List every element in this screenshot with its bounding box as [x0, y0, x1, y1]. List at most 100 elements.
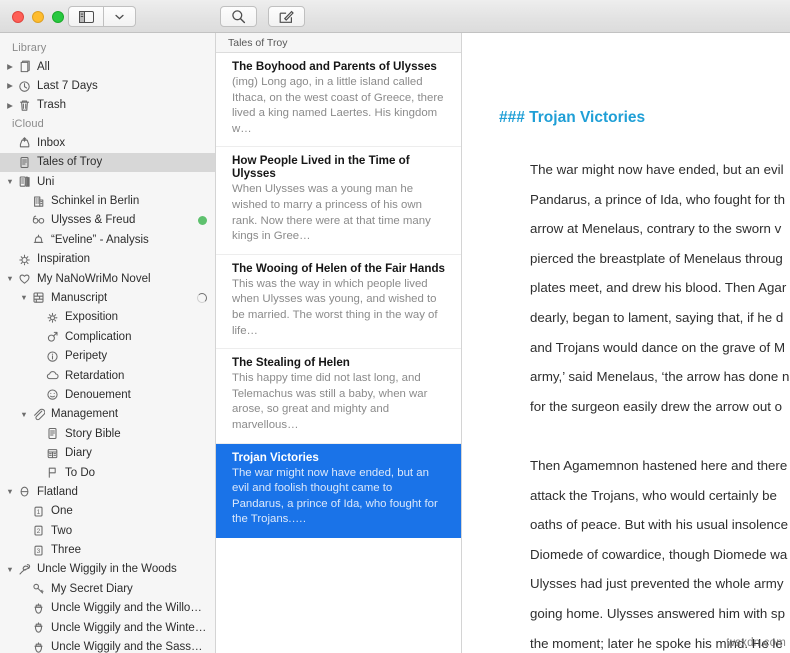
- editor-line: Ulysses had just prevented the whole arm…: [530, 576, 784, 592]
- list-item[interactable]: The Wooing of Helen of the Fair Hands Thi…: [216, 255, 461, 350]
- editor-pane[interactable]: ### Trojan Victories The war might now h…: [462, 33, 790, 653]
- minimize-button[interactable]: [32, 11, 44, 23]
- sidebar-item-last-7-days[interactable]: ▶ Last 7 Days: [0, 76, 215, 95]
- twisty-collapsed-icon[interactable]: ▶: [4, 102, 16, 110]
- sidebar-item-one[interactable]: 1 One: [0, 502, 215, 521]
- editor-line: going home. Ulysses answered him with sp: [530, 605, 785, 621]
- shape-icon: [16, 485, 32, 499]
- library-sidebar[interactable]: Library ▶ All ▶ Last 7 Days ▶ Trash iCloud I…: [0, 33, 216, 653]
- sidebar-item-uncle-wiggily-and-the-wintergreen[interactable]: Uncle Wiggily and the Wintergreen: [0, 618, 215, 637]
- sidebar-item-my-nanowrimo-novel[interactable]: ▼ My NaNoWriMo Novel: [0, 269, 215, 288]
- compose-icon: [279, 10, 294, 23]
- editor-line: Then Agamemnon hastened here and there: [530, 457, 788, 473]
- sidebar-item-uncle-wiggily-and-the-sassafras[interactable]: Uncle Wiggily and the Sassafras: [0, 637, 215, 653]
- sidebar-item-label: Two: [51, 524, 73, 537]
- mars-icon: [44, 330, 60, 344]
- calendar-icon: [44, 446, 60, 460]
- sidebar-item-my-secret-diary[interactable]: My Secret Diary: [0, 579, 215, 598]
- sidebar-item-label: Last 7 Days: [37, 80, 98, 93]
- sidebar-item-to-do[interactable]: To Do: [0, 463, 215, 482]
- sidebar-item-label: To Do: [65, 466, 96, 479]
- editor-line: attack the Trojans, who would certainly …: [530, 487, 777, 503]
- sidebar-item-inbox[interactable]: Inbox: [0, 133, 215, 152]
- paperclip-icon: [30, 407, 46, 421]
- editor-line: Pandarus, a prince of Ida, who fought fo…: [530, 191, 786, 207]
- list-item[interactable]: How People Lived in the Time of Ulysses W…: [216, 147, 461, 255]
- list-item[interactable]: The Boyhood and Parents of Ulysses (img) …: [216, 53, 461, 148]
- list-item[interactable]: Trojan Victories The war might now have e…: [216, 443, 461, 538]
- twisty-expanded-icon[interactable]: ▼: [4, 275, 16, 283]
- sidebar-item-label: Diary: [65, 447, 92, 460]
- sidebar-item-label: One: [51, 505, 73, 518]
- sidebar-item-diary[interactable]: Diary: [0, 443, 215, 462]
- twisty-expanded-icon[interactable]: ▼: [18, 411, 30, 419]
- sidebar-item-exposition[interactable]: Exposition: [0, 308, 215, 327]
- sidebar-item-label: Retardation: [65, 369, 125, 382]
- sidebar-item-label: Inspiration: [37, 253, 91, 266]
- stack-icon: [30, 291, 46, 305]
- key-icon: [30, 582, 46, 596]
- sidebar-item-label: Management: [51, 408, 119, 421]
- sidebar-item-trash[interactable]: ▶ Trash: [0, 96, 215, 115]
- sidebar-item-complication[interactable]: Complication: [0, 327, 215, 346]
- list-item-preview: When Ulysses was a young man he wished t…: [232, 183, 431, 243]
- sidebar-item-story-bible[interactable]: Story Bible: [0, 424, 215, 443]
- editor-body[interactable]: The war might now have ended, but an evi…: [530, 155, 790, 653]
- sidebar-item-all[interactable]: ▶ All: [0, 57, 215, 76]
- sidebar-item-three[interactable]: 3 Three: [0, 540, 215, 559]
- sheet-list-column[interactable]: Tales of Troy The Boyhood and Parents of…: [216, 33, 462, 653]
- acorn-icon: [30, 640, 46, 653]
- toolbar-left-group: [68, 6, 136, 27]
- sidebar-toggle-button[interactable]: [68, 6, 104, 27]
- twisty-collapsed-icon[interactable]: ▶: [4, 82, 16, 90]
- sidebar-item-uni[interactable]: ▼ Uni: [0, 172, 215, 191]
- twisty-expanded-icon[interactable]: ▼: [4, 178, 16, 186]
- twisty-expanded-icon[interactable]: ▼: [18, 294, 30, 302]
- sidebar-item-peripety[interactable]: Peripety: [0, 346, 215, 365]
- editor-line: and Trojans would dance on the grave of …: [530, 339, 786, 355]
- close-button[interactable]: [12, 11, 24, 23]
- sidebar-item-schinkel-in-berlin[interactable]: Schinkel in Berlin: [0, 191, 215, 210]
- sidebar-item-label: Flatland: [37, 485, 78, 498]
- sidebar-item-denouement[interactable]: Denouement: [0, 385, 215, 404]
- sidebar-options-dropdown[interactable]: [104, 6, 136, 27]
- sidebar-item-eveline-analysis[interactable]: “Eveline” - Analysis: [0, 230, 215, 249]
- twisty-collapsed-icon[interactable]: ▶: [4, 63, 16, 71]
- editor-line: army,’ said Menelaus, ‘the arrow has don…: [530, 369, 790, 385]
- sync-progress-badge: [197, 292, 207, 303]
- leaf-icon: [16, 562, 32, 576]
- sheet-list[interactable]: The Boyhood and Parents of Ulysses (img) …: [216, 53, 461, 538]
- sidebar-item-label: Inbox: [37, 136, 66, 149]
- new-sheet-button[interactable]: [268, 6, 305, 27]
- twisty-expanded-icon[interactable]: ▼: [4, 488, 16, 496]
- sidebar-item-label: My NaNoWriMo Novel: [37, 272, 151, 285]
- sidebar-item-manuscript[interactable]: ▼ Manuscript: [0, 288, 215, 307]
- number-2-icon: 2: [30, 524, 46, 538]
- zoom-button[interactable]: [52, 11, 64, 23]
- sidebar-item-uncle-wiggily-and-the-willow-tree[interactable]: Uncle Wiggily and the Willow Tree: [0, 599, 215, 618]
- library-icon: [16, 60, 32, 74]
- sidebar-item-flatland[interactable]: ▼ Flatland: [0, 482, 215, 501]
- editor-line: oaths of peace. But with his usual insol…: [530, 517, 788, 533]
- list-item-preview: (img) Long ago, in a little island calle…: [232, 76, 444, 135]
- books-icon: [16, 175, 32, 189]
- sidebar-item-uncle-wiggily-in-the-woods[interactable]: ▼ Uncle Wiggily in the Woods: [0, 560, 215, 579]
- sidebar-item-label: Exposition: [65, 311, 119, 324]
- acorn-icon: [30, 601, 46, 615]
- sidebar-item-two[interactable]: 2 Two: [0, 521, 215, 540]
- sidebar-item-tales-of-troy[interactable]: Tales of Troy: [0, 152, 215, 172]
- sidebar-item-ulysses-freud[interactable]: Ulysses & Freud: [0, 211, 215, 230]
- bell-icon: [30, 233, 46, 247]
- sidebar-item-inspiration[interactable]: Inspiration: [0, 250, 215, 269]
- twisty-expanded-icon[interactable]: ▼: [4, 566, 16, 574]
- sidebar-item-retardation[interactable]: Retardation: [0, 366, 215, 385]
- list-item[interactable]: The Stealing of Helen This happy time did…: [216, 349, 461, 444]
- search-button[interactable]: [220, 6, 257, 27]
- window-titlebar: [0, 0, 790, 33]
- list-item-preview: The war might now have ended, but an evi…: [232, 466, 438, 526]
- toolbar-center-group: [220, 6, 305, 27]
- list-item-preview: This was the way in which people lived w…: [232, 277, 438, 337]
- sidebar-item-management[interactable]: ▼ Management: [0, 405, 215, 424]
- sun-icon: [44, 310, 60, 324]
- number-3-icon: 3: [30, 543, 46, 557]
